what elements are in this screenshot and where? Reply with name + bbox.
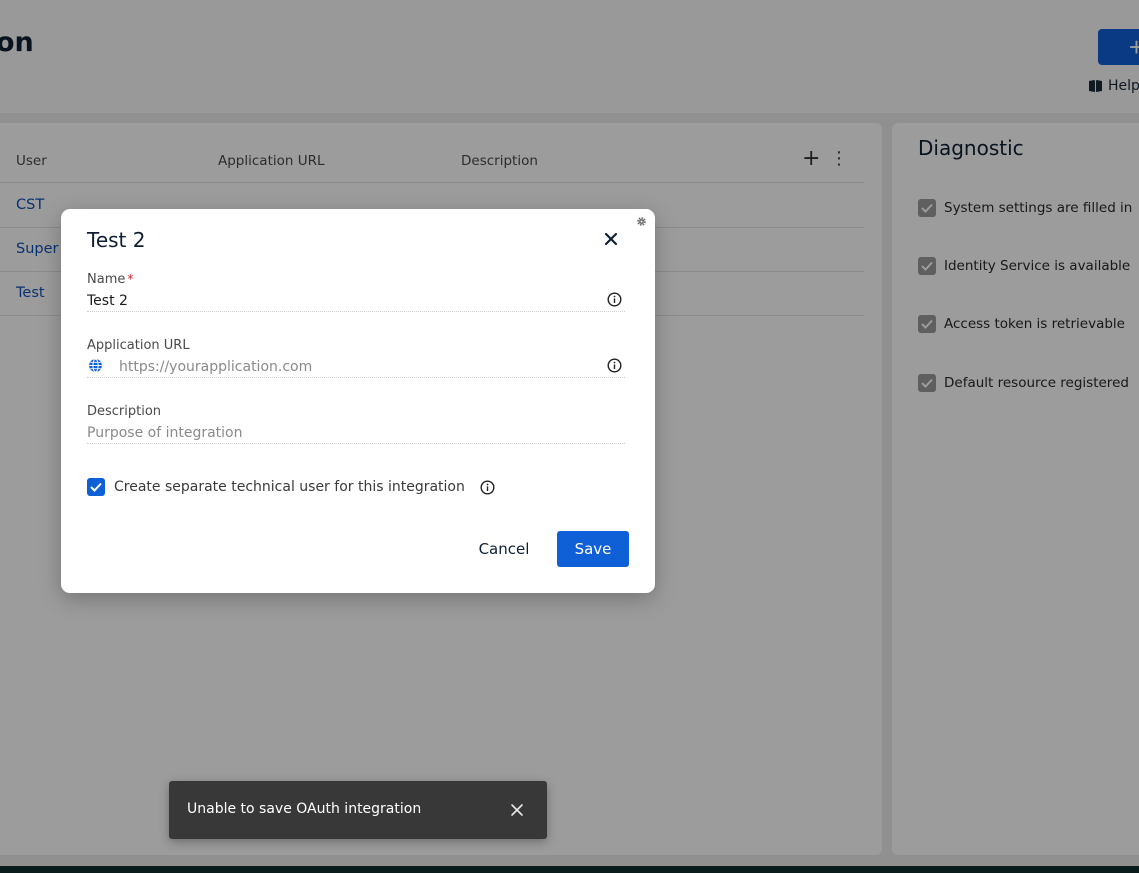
globe-icon xyxy=(89,358,102,373)
toast-message: Unable to save OAuth integration xyxy=(187,801,422,817)
application-url-field: Application URL xyxy=(87,338,625,378)
technical-user-checkbox-label[interactable]: Create separate technical user for this … xyxy=(114,479,465,495)
name-field: Name * xyxy=(87,272,625,312)
cancel-button[interactable]: Cancel xyxy=(465,531,543,567)
description-input[interactable] xyxy=(87,423,597,443)
error-toast: Unable to save OAuth integration xyxy=(169,781,547,839)
description-field: Description xyxy=(87,404,625,444)
info-icon[interactable] xyxy=(607,358,622,373)
technical-user-option: Create separate technical user for this … xyxy=(87,478,495,496)
close-icon[interactable] xyxy=(604,232,618,246)
check-icon xyxy=(90,482,102,492)
info-icon[interactable] xyxy=(607,292,622,307)
edit-integration-dialog: Test 2 Name* Application URL Description xyxy=(61,209,655,593)
gear-icon[interactable] xyxy=(636,216,647,227)
technical-user-checkbox[interactable] xyxy=(87,478,105,496)
application-url-label: Application URL xyxy=(87,338,190,353)
save-button[interactable]: Save xyxy=(557,531,629,567)
required-mark: * xyxy=(127,272,134,286)
application-url-input[interactable] xyxy=(119,357,597,377)
info-icon[interactable] xyxy=(480,479,495,495)
description-label: Description xyxy=(87,404,162,419)
name-label: Name * xyxy=(87,272,134,287)
dialog-title: Test 2 xyxy=(87,228,146,252)
close-icon[interactable] xyxy=(510,803,524,817)
name-input[interactable] xyxy=(87,291,597,311)
